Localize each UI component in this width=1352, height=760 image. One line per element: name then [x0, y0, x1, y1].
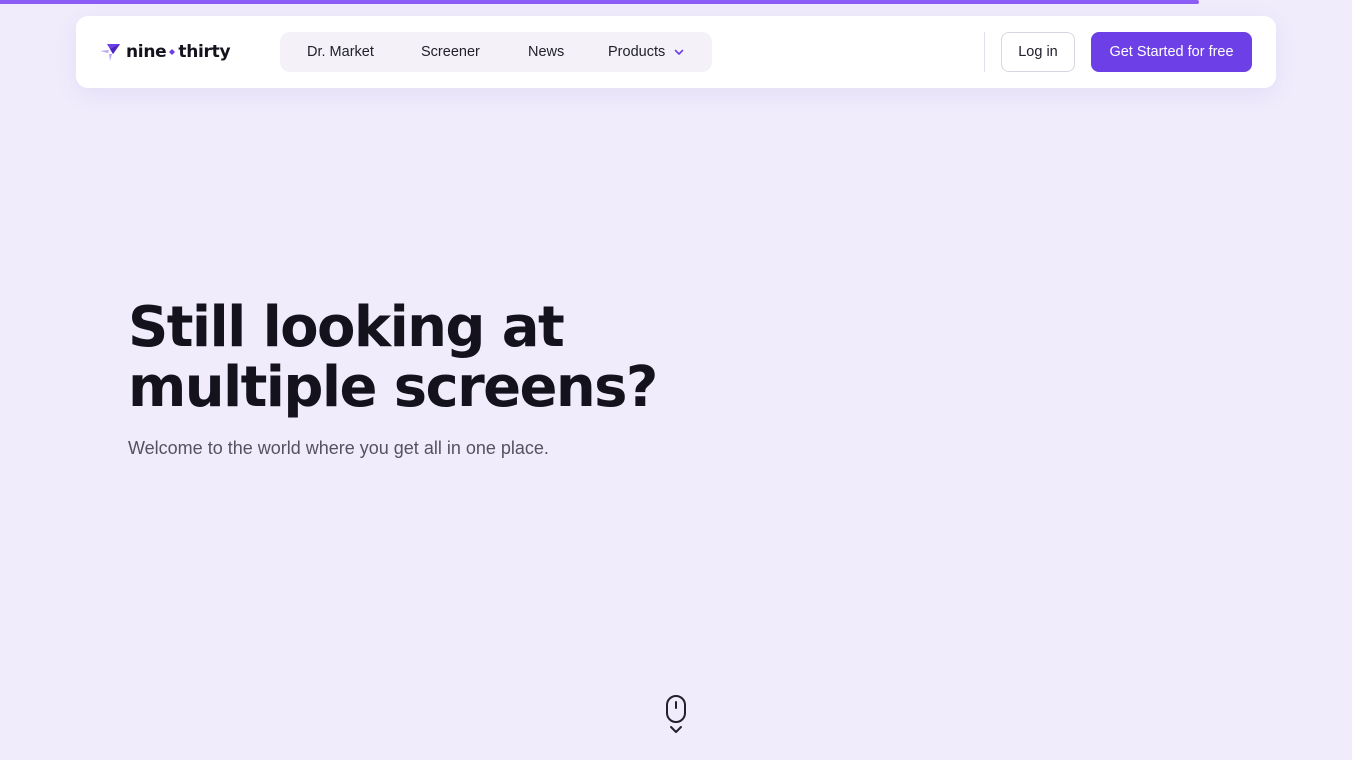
- chevron-down-icon: [674, 49, 684, 55]
- hero-title: Still looking at multiple screens?: [128, 298, 768, 418]
- top-navbar: nine thirty Dr. Market Screener News Pro…: [76, 16, 1276, 88]
- scroll-progress-bar: [0, 0, 1352, 4]
- hero-title-line-2: multiple screens?: [128, 355, 658, 420]
- brand-name-right: thirty: [178, 42, 231, 62]
- brand-mark-icon: [100, 44, 120, 61]
- nav-divider: [984, 32, 985, 72]
- get-started-button[interactable]: Get Started for free: [1091, 32, 1252, 72]
- login-button[interactable]: Log in: [1001, 32, 1075, 72]
- hero-title-line-1: Still looking at: [128, 295, 565, 360]
- scroll-progress-fill: [0, 0, 1200, 4]
- nav-item-screener[interactable]: Screener: [421, 32, 480, 72]
- hero-subtitle: Welcome to the world where you get all i…: [128, 438, 549, 458]
- mouse-scroll-icon[interactable]: [663, 694, 689, 738]
- nav-item-products-label: Products: [608, 44, 666, 60]
- brand-separator-icon: [169, 49, 176, 55]
- brand-logo[interactable]: nine thirty: [100, 41, 231, 63]
- nav-item-news[interactable]: News: [528, 32, 564, 72]
- brand-wordmark: nine thirty: [126, 42, 231, 62]
- main-nav: Dr. Market Screener News Products: [280, 32, 712, 72]
- brand-name-left: nine: [126, 42, 167, 62]
- nav-item-dr-market[interactable]: Dr. Market: [307, 32, 374, 72]
- nav-item-products[interactable]: Products: [608, 32, 685, 72]
